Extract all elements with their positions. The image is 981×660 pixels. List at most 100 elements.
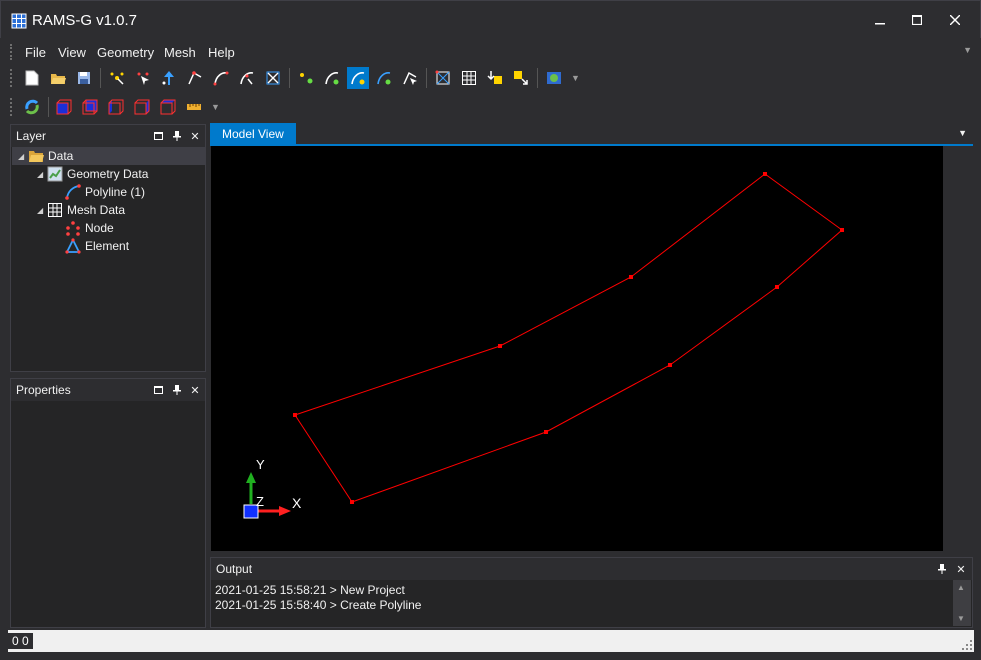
polyline-node-button[interactable] [321, 67, 343, 89]
menu-file[interactable]: File [25, 45, 46, 60]
map-layer-button[interactable] [543, 67, 565, 89]
menu-view[interactable]: View [58, 45, 86, 60]
tree-label: Geometry Data [67, 167, 149, 181]
minimize-icon [875, 23, 885, 25]
measure-ruler-button[interactable] [183, 96, 205, 118]
polyline-vertex[interactable] [668, 363, 672, 367]
view-toolbar: ▼ [8, 94, 228, 120]
title-bar: RAMS-G v1.0.7 [0, 0, 981, 38]
move-point-button[interactable] [158, 67, 180, 89]
toolbar-overflow-icon[interactable]: ▼ [211, 102, 220, 112]
window-restore-icon[interactable] [151, 383, 165, 397]
pin-icon[interactable] [170, 383, 184, 397]
close-panel-icon[interactable]: ✕ [954, 562, 968, 576]
maximize-button[interactable] [900, 7, 934, 33]
axis-triad: Y Z X [243, 457, 302, 519]
window-restore-icon[interactable] [151, 129, 165, 143]
output-log[interactable]: 2021-01-25 15:58:21 > New Project 2021-0… [212, 580, 971, 626]
polyline-vertex[interactable] [293, 413, 297, 417]
polyline-vertex[interactable] [350, 500, 354, 504]
tab-list-dropdown-icon[interactable]: ▼ [958, 128, 967, 138]
close-panel-icon[interactable]: ✕ [188, 129, 202, 143]
generate-mesh-button[interactable] [432, 67, 454, 89]
open-folder-button[interactable] [47, 67, 69, 89]
close-icon [950, 15, 960, 25]
polyline-vertex[interactable] [544, 430, 548, 434]
split-polyline-button[interactable] [373, 67, 395, 89]
menubar-grip[interactable] [10, 44, 14, 60]
add-point-button[interactable] [106, 67, 128, 89]
menu-geometry[interactable]: Geometry [97, 45, 154, 60]
menu-overflow-icon[interactable]: ▼ [963, 45, 972, 55]
tree-item-data[interactable]: ◢ Data [12, 147, 205, 165]
delete-polyline-button[interactable] [262, 67, 284, 89]
polyline-tool-active-button[interactable] [347, 67, 369, 89]
polyline-vertex[interactable] [498, 344, 502, 348]
geometry-polyline[interactable] [294, 173, 843, 503]
select-region-icon [403, 71, 417, 85]
structured-mesh-icon [462, 71, 476, 85]
view-front-button[interactable] [53, 96, 75, 118]
polyline-vertex[interactable] [840, 228, 844, 232]
polyline-vertex[interactable] [629, 275, 633, 279]
minimize-button[interactable] [863, 7, 897, 33]
new-file-button[interactable] [21, 67, 43, 89]
view-right-button[interactable] [131, 96, 153, 118]
toolbar-overflow-icon[interactable]: ▼ [571, 73, 580, 83]
move-point-icon [162, 71, 174, 85]
tree-item-element[interactable]: Element [12, 237, 205, 255]
resize-grip-icon[interactable] [962, 640, 972, 650]
draw-polyline-button[interactable] [210, 67, 232, 89]
tree-item-mesh-data[interactable]: ◢ Mesh Data [12, 201, 205, 219]
collapse-arrow-icon[interactable]: ◢ [37, 170, 47, 179]
toolbar-grip[interactable] [10, 69, 14, 87]
tree-item-geometry-data[interactable]: ◢ Geometry Data [12, 165, 205, 183]
menu-help[interactable]: Help [208, 45, 235, 60]
structured-mesh-button[interactable] [458, 67, 480, 89]
x-axis-arrow [279, 506, 291, 516]
collapse-arrow-icon[interactable]: ◢ [37, 206, 47, 215]
tree-label: Element [85, 239, 130, 253]
create-node-button[interactable] [295, 67, 317, 89]
model-canvas[interactable]: Y Z X [211, 146, 943, 551]
collapse-arrow-icon[interactable]: ◢ [18, 152, 28, 161]
toolbar-separator [48, 97, 49, 117]
save-icon [78, 72, 90, 84]
pin-icon[interactable] [170, 129, 184, 143]
view-back-button[interactable] [79, 96, 101, 118]
select-point-button[interactable] [132, 67, 154, 89]
cube-right-icon [134, 99, 150, 115]
edit-polyline-button[interactable] [236, 67, 258, 89]
output-panel: Output ✕ 2021-01-25 15:58:21 > New Proje… [210, 557, 973, 628]
split-polyline-icon [377, 72, 391, 85]
tab-model-view[interactable]: Model View [210, 123, 296, 144]
scroll-down-icon[interactable]: ▼ [957, 614, 965, 623]
tree-label: Node [85, 221, 114, 235]
toolbar-grip[interactable] [10, 98, 14, 116]
cube-front-icon [56, 99, 72, 115]
add-point-icon [110, 72, 124, 85]
polyline-vertex[interactable] [763, 172, 767, 176]
tree-item-node[interactable]: Node [12, 219, 205, 237]
tree-item-polyline[interactable]: Polyline (1) [12, 183, 205, 201]
polyline-node-icon [325, 72, 339, 85]
view-top-button[interactable] [157, 96, 179, 118]
save-button[interactable] [73, 67, 95, 89]
select-region-button[interactable] [399, 67, 421, 89]
log-line: 2021-01-25 15:58:21 > New Project [215, 583, 405, 597]
import-mesh-button[interactable] [484, 67, 506, 89]
scroll-up-icon[interactable]: ▲ [957, 583, 965, 592]
close-window-button[interactable] [938, 7, 972, 33]
close-panel-icon[interactable]: ✕ [188, 383, 202, 397]
pin-icon[interactable] [935, 562, 949, 576]
view-left-button[interactable] [105, 96, 127, 118]
properties-panel: Properties ✕ [10, 378, 206, 628]
refresh-view-button[interactable] [21, 96, 43, 118]
delete-point-button[interactable] [184, 67, 206, 89]
output-scrollbar[interactable]: ▲ ▼ [953, 580, 971, 626]
export-mesh-button[interactable] [510, 67, 532, 89]
polyline-vertex[interactable] [775, 285, 779, 289]
menu-mesh[interactable]: Mesh [164, 45, 196, 60]
model-viewport[interactable]: Y Z X [211, 146, 943, 551]
import-mesh-icon [487, 71, 502, 84]
